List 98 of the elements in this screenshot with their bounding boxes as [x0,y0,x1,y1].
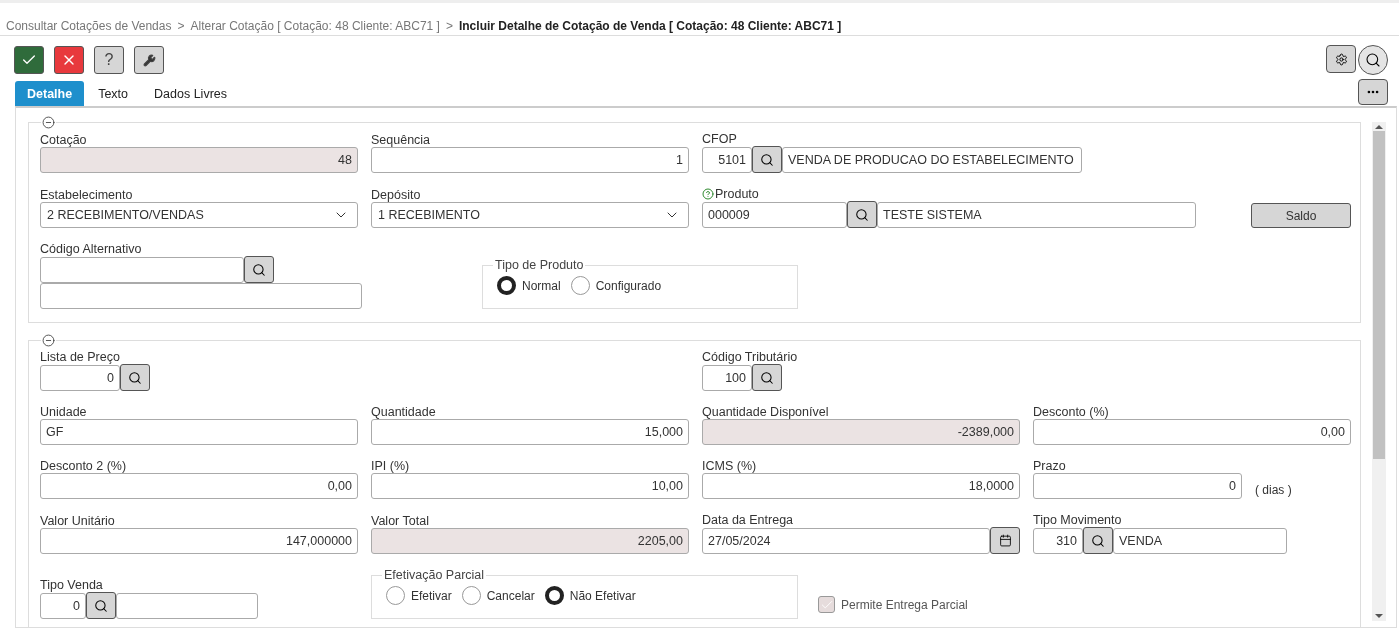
field-label: CFOP [702,132,737,146]
input-field[interactable]: 18,0000 [702,473,1020,499]
code-field[interactable]: 0 [40,592,86,619]
radio-option[interactable]: Configurado [570,276,662,295]
description-field[interactable] [40,283,362,309]
description-field[interactable]: TESTE SISTEMA [877,201,1196,228]
confirm-button[interactable] [14,46,44,74]
input-field[interactable]: 2205,00 [371,528,689,554]
search-icon [1365,52,1381,68]
search-button[interactable] [120,364,150,391]
collapse-icon [42,116,55,129]
input-field[interactable]: 0,00 [1033,419,1351,445]
tab[interactable]: Dados Livres [142,81,239,106]
date-field[interactable]: 27/05/2024 [702,527,990,554]
field-label: Cotação [40,133,88,147]
group-legend: Tipo de Produto [493,258,586,272]
wrench-icon [142,53,156,67]
calendar-icon [998,534,1012,547]
field-label: Tipo Movimento [1033,513,1122,527]
input-field[interactable]: 10,00 [371,473,689,499]
input-field[interactable]: 15,000 [371,419,689,445]
field-label: ICMS (%) [702,459,758,473]
field-label: Código Tributário [702,350,798,364]
search-icon [760,370,774,385]
dropdown[interactable]: 1 RECEBIMENTO [371,202,689,228]
code-field[interactable]: 0 [40,364,120,391]
collapse-icon [42,334,55,347]
radio-option[interactable]: Cancelar [461,586,535,605]
help-button[interactable]: ? [94,46,124,74]
code-field[interactable]: 000009 [702,201,847,228]
search-icon [855,207,869,222]
code-field[interactable]: 100 [702,364,752,391]
search-icon [94,598,108,613]
code-field[interactable] [40,256,244,283]
field-label: Lista de Preço [40,350,120,364]
search-button[interactable] [1358,45,1388,75]
radio-option[interactable]: Não Efetivar [544,586,636,605]
code-field[interactable]: 310 [1033,527,1083,554]
field-label: IPI (%) [371,459,411,473]
group-legend: Efetivação Parcial [382,568,487,582]
collapse-button[interactable] [41,334,56,347]
help-icon [702,188,714,200]
input-field[interactable]: 147,000000 [40,528,358,554]
description-field[interactable]: VENDA DE PRODUCAO DO ESTABELECIMENTO [782,146,1082,173]
field-label: Quantidade Disponível [702,405,830,419]
field-label: Data da Entrega [702,513,795,527]
search-button[interactable] [752,364,782,391]
breadcrumb-separator: > [177,18,185,33]
radio-option[interactable]: Efetivar [386,586,452,605]
input-field[interactable]: 0 [1033,473,1242,499]
settings-button[interactable] [1326,45,1356,73]
field-label: Estabelecimento [40,188,134,202]
settings-icon [1334,52,1348,66]
collapse-button[interactable] [41,116,56,129]
description-field[interactable]: VENDA [1113,527,1287,554]
search-icon [252,262,266,277]
tools-button[interactable] [134,46,164,74]
field-label: Valor Unitário [40,514,116,528]
field-label: Quantidade [371,405,437,419]
field-label: Sequência [371,133,432,147]
input-field[interactable]: -2389,000 [702,419,1020,445]
field-label: Código Alternativo [40,242,142,256]
unit-label: ( dias ) [1255,482,1292,497]
search-button[interactable] [847,201,877,228]
breadcrumb-separator: > [445,18,453,33]
field-label: Valor Total [371,514,430,528]
dropdown[interactable]: 2 RECEBIMENTO/VENDAS [40,202,358,228]
search-button[interactable] [244,256,274,283]
search-icon [128,370,142,385]
breadcrumb-current: Incluir Detalhe de Cotação de Venda [ Cotação: 48 Cliente: ABC71 ] [458,18,842,33]
checkbox-label: Permite Entrega Parcial [841,597,968,612]
search-button[interactable] [1083,527,1113,554]
balance-button[interactable]: Saldo [1251,203,1351,228]
input-field[interactable]: 0,00 [40,473,358,499]
input-field[interactable]: 1 [371,147,689,173]
more-button[interactable] [1358,79,1388,105]
field-label: Depósito [371,188,422,202]
search-button[interactable] [86,592,116,619]
code-field[interactable]: 5101 [702,146,752,173]
breadcrumb-link[interactable]: Alterar Cotação [ Cotação: 48 Cliente: ABC71 ] [190,18,440,33]
search-icon [760,152,774,167]
radio-option[interactable]: Normal [497,276,561,295]
description-field[interactable] [116,592,258,619]
input-field[interactable]: 48 [40,147,358,173]
tab[interactable]: Detalhe [15,81,85,106]
input-field[interactable]: GF [40,419,358,445]
search-icon [1091,533,1105,548]
field-label: Desconto 2 (%) [40,459,128,473]
field-label: Produto [715,187,759,201]
search-button[interactable] [752,146,782,173]
tab[interactable]: Texto [86,81,141,106]
calendar-button[interactable] [990,527,1020,554]
breadcrumb-link[interactable]: Consultar Cotações de Vendas [6,18,172,33]
field-label: Desconto (%) [1033,405,1110,419]
field-label: Tipo Venda [40,578,103,592]
field-label: Unidade [40,405,88,419]
cancel-button[interactable] [54,46,84,74]
field-label: Prazo [1033,459,1067,473]
